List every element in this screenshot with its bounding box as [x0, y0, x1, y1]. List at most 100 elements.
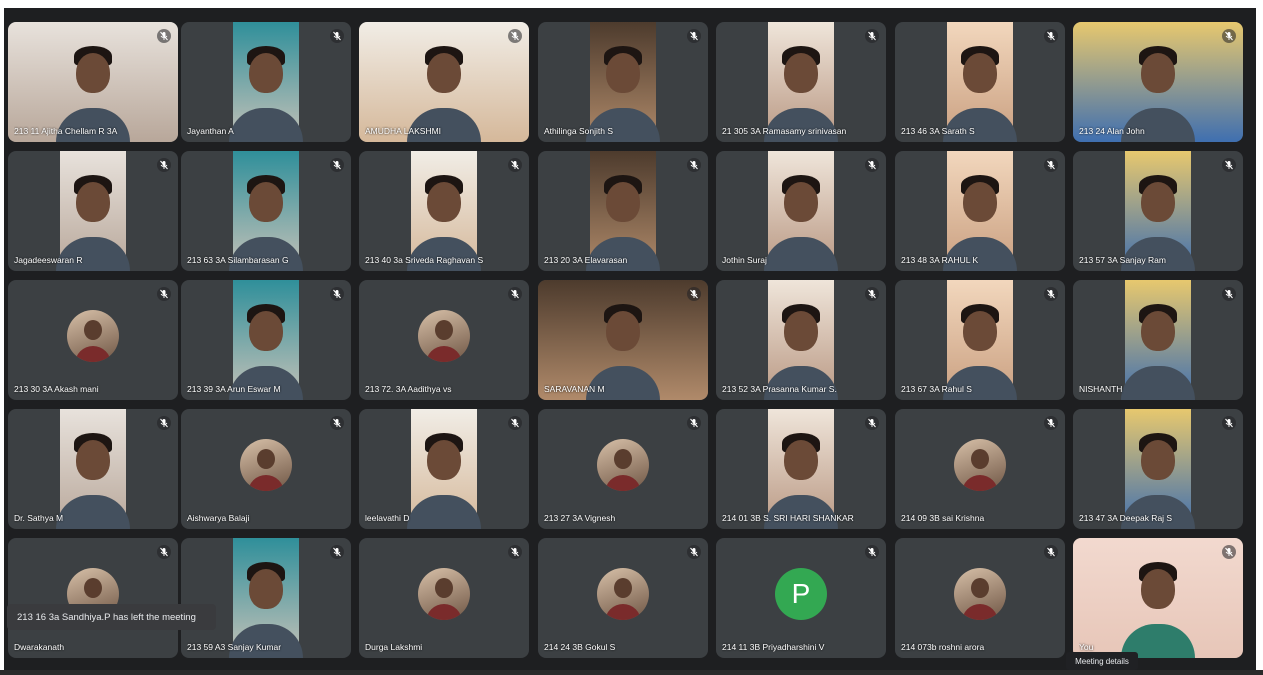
participant-name: 213 46 3A Sarath S	[901, 126, 975, 136]
participant-tile[interactable]: 213 11 Ajitha Chellam R 3A	[8, 22, 178, 142]
profile-avatar	[418, 310, 470, 362]
mic-off-icon	[1044, 416, 1058, 430]
mic-off-icon	[865, 416, 879, 430]
participant-tile[interactable]: leelavathi D	[359, 409, 529, 529]
mic-off-icon	[157, 545, 171, 559]
participant-tile[interactable]: SARAVANAN M	[538, 280, 708, 400]
participant-tile[interactable]: 213 46 3A Sarath S	[895, 22, 1065, 142]
participant-tile[interactable]: 213 52 3A Prasanna Kumar S.	[716, 280, 886, 400]
face-shape	[427, 440, 461, 481]
participant-name: 214 073b roshni arora	[901, 642, 985, 652]
participant-tile[interactable]: 213 48 3A RAHUL K	[895, 151, 1065, 271]
participant-tile[interactable]: 213 30 3A Akash mani	[8, 280, 178, 400]
participant-name: 21 305 3A Ramasamy srinivasan	[722, 126, 847, 136]
participant-tile[interactable]: 214 01 3B S. SRI HARI SHANKAR	[716, 409, 886, 529]
participant-name: NISHANTH	[1079, 384, 1123, 394]
participant-tile[interactable]: 213 72. 3A Aadithya vs	[359, 280, 529, 400]
mic-off-icon	[865, 29, 879, 43]
body-shape	[229, 108, 303, 142]
participant-tile[interactable]: 213 39 3A Arun Eswar M	[181, 280, 351, 400]
mic-off-icon	[1044, 287, 1058, 301]
body-shape	[943, 108, 1017, 142]
participant-tile[interactable]: 214 24 3B Gokul S	[538, 538, 708, 658]
participant-tile[interactable]: Jagadeeswaran R	[8, 151, 178, 271]
avatar-body	[248, 475, 284, 491]
participant-name: 213 20 3A Elavarasan	[544, 255, 628, 265]
face-shape	[249, 182, 283, 223]
participant-name: SARAVANAN M	[544, 384, 605, 394]
participant-video	[407, 151, 481, 271]
participant-tile[interactable]: 213 67 3A Rahul S	[895, 280, 1065, 400]
participant-tile[interactable]: 213 24 Alan John	[1073, 22, 1243, 142]
participant-video	[764, 280, 838, 400]
participant-name: 213 24 Alan John	[1079, 126, 1145, 136]
participant-video	[764, 151, 838, 271]
participant-video	[943, 22, 1017, 142]
participant-name: 213 40 3a Sriveda Raghavan S	[365, 255, 484, 265]
participant-name: 214 01 3B S. SRI HARI SHANKAR	[722, 513, 854, 523]
participant-tile[interactable]: 214 073b roshni arora	[895, 538, 1065, 658]
self-tile[interactable]: You	[1073, 538, 1243, 658]
toast-text: 213 16 3a Sandhiya.P has left the meetin…	[17, 611, 196, 623]
participant-video	[586, 22, 660, 142]
participant-video	[1073, 538, 1243, 658]
participant-tile[interactable]: Dr. Sathya M	[8, 409, 178, 529]
avatar-body	[962, 604, 998, 620]
mic-off-icon	[1222, 416, 1236, 430]
participant-video	[229, 538, 303, 658]
participant-tile[interactable]: AMUDHA LAKSHMI	[359, 22, 529, 142]
mic-off-icon	[1222, 29, 1236, 43]
profile-avatar	[240, 439, 292, 491]
participant-name: Jagadeeswaran R	[14, 255, 83, 265]
mic-off-icon	[157, 29, 171, 43]
participant-tile[interactable]: P 214 11 3B Priyadharshini V	[716, 538, 886, 658]
participant-tile[interactable]: Jothin Suraj	[716, 151, 886, 271]
mic-off-icon	[157, 158, 171, 172]
participant-tile[interactable]: 213 40 3a Sriveda Raghavan S	[359, 151, 529, 271]
body-shape	[56, 108, 130, 142]
body-shape	[764, 237, 838, 271]
avatar-body	[605, 475, 641, 491]
mic-off-icon	[157, 287, 171, 301]
face-shape	[963, 53, 997, 94]
participant-tile[interactable]: 21 305 3A Ramasamy srinivasan	[716, 22, 886, 142]
participant-tile[interactable]: 213 59 A3 Sanjay Kumar	[181, 538, 351, 658]
participant-tile[interactable]: 213 27 3A Vignesh	[538, 409, 708, 529]
avatar-head	[971, 578, 989, 599]
participant-tile[interactable]: 213 57 3A Sanjay Ram	[1073, 151, 1243, 271]
participant-video	[56, 409, 130, 529]
participant-tile[interactable]: 213 63 3A Silambarasan G	[181, 151, 351, 271]
participant-name: 214 09 3B sai Krishna	[901, 513, 985, 523]
participant-tile[interactable]: NISHANTH	[1073, 280, 1243, 400]
participant-tile[interactable]: 213 47 3A Deepak Raj S	[1073, 409, 1243, 529]
participant-tile[interactable]: Aishwarya Balaji	[181, 409, 351, 529]
avatar-body	[75, 346, 111, 362]
face-shape	[1141, 311, 1175, 352]
body-shape	[764, 108, 838, 142]
participant-tile[interactable]: Dwarakanath	[8, 538, 178, 658]
participant-tile[interactable]: Athilinga Sonjith S	[538, 22, 708, 142]
avatar-head	[614, 578, 632, 599]
participant-tile[interactable]: Jayanthan A	[181, 22, 351, 142]
body-shape	[229, 624, 303, 658]
meeting-grid: 213 11 Ajitha Chellam R 3A Jayanthan A AMU…	[4, 8, 1256, 670]
participant-tile[interactable]: 214 09 3B sai Krishna	[895, 409, 1065, 529]
body-shape	[229, 366, 303, 400]
face-shape	[1141, 182, 1175, 223]
participant-tile[interactable]: Durga Lakshmi	[359, 538, 529, 658]
meeting-details-label: Meeting details	[1075, 656, 1129, 666]
participant-video	[1121, 280, 1195, 400]
participant-tile[interactable]: 213 20 3A Elavarasan	[538, 151, 708, 271]
participant-name: 213 57 3A Sanjay Ram	[1079, 255, 1166, 265]
face-shape	[249, 569, 283, 610]
mic-off-icon	[1044, 545, 1058, 559]
profile-avatar	[954, 568, 1006, 620]
mic-off-icon	[1044, 29, 1058, 43]
participant-name: Aishwarya Balaji	[187, 513, 250, 523]
meeting-details-button[interactable]: Meeting details	[1066, 652, 1138, 670]
mic-off-icon	[865, 545, 879, 559]
body-shape	[407, 237, 481, 271]
participant-name: 213 11 Ajitha Chellam R 3A	[14, 126, 118, 136]
mic-off-icon	[687, 416, 701, 430]
face-shape	[76, 440, 110, 481]
